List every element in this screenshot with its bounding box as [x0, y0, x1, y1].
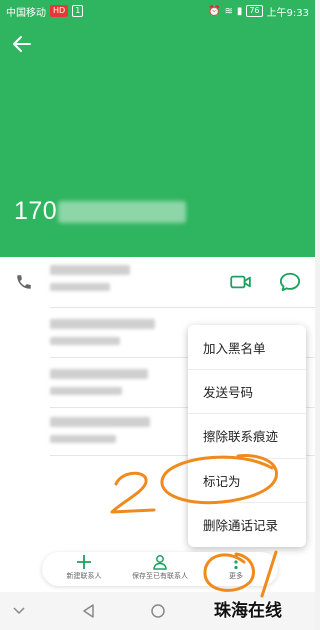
- menu-item-send-number[interactable]: 发送号码: [188, 369, 306, 413]
- menu-item-delete-call-log[interactable]: 删除通话记录: [188, 502, 306, 546]
- divider: [50, 307, 315, 308]
- record-blur: [50, 319, 155, 329]
- record-blur: [50, 369, 148, 379]
- record-blur: [50, 337, 120, 345]
- wifi-icon: ≋: [224, 5, 233, 17]
- phone-icon[interactable]: [15, 273, 33, 291]
- menu-item-erase-traces[interactable]: 擦除联系痕迹: [188, 413, 306, 457]
- contact-header: 170: [0, 22, 315, 257]
- plus-icon: [77, 555, 91, 569]
- record-blur: [50, 387, 122, 395]
- record-blur: [50, 283, 110, 291]
- chevron-down-icon[interactable]: [10, 602, 28, 620]
- more-button[interactable]: 更多: [198, 554, 274, 586]
- back-arrow-icon[interactable]: [10, 32, 34, 56]
- more-vertical-icon: [234, 554, 238, 570]
- back-triangle-icon[interactable]: [80, 602, 98, 620]
- status-left: 中国移动 HD 1: [6, 4, 84, 19]
- menu-item-mark-as[interactable]: 标记为: [188, 458, 306, 502]
- new-contact-button[interactable]: 新建联系人: [46, 554, 122, 586]
- new-contact-label: 新建联系人: [66, 572, 102, 580]
- menu-item-blacklist[interactable]: 加入黑名单: [188, 325, 306, 369]
- home-circle-icon[interactable]: [149, 602, 167, 620]
- save-to-existing-label: 保存至已有联系人: [132, 572, 188, 580]
- hd-badge: HD: [50, 5, 69, 17]
- battery-level: 76: [246, 5, 263, 17]
- record-blur: [50, 265, 130, 275]
- status-time: 上午9:33: [266, 7, 309, 19]
- sim-badge: 1: [72, 5, 84, 17]
- more-options-menu: 加入黑名单 发送号码 擦除联系痕迹 标记为 删除通话记录: [188, 325, 306, 547]
- person-icon: [153, 555, 167, 570]
- carrier-label: 中国移动: [6, 7, 46, 19]
- bottom-action-bar: 新建联系人 保存至已有联系人 更多: [42, 552, 278, 586]
- video-call-icon[interactable]: [230, 274, 252, 290]
- signal-icon: ▮: [236, 5, 243, 17]
- redacted-number: [58, 201, 186, 223]
- status-right: ⏰ ≋ ▮ 76 上午9:33: [208, 4, 309, 19]
- watermark: 珠海在线: [214, 601, 282, 621]
- contact-actions: [0, 265, 315, 301]
- more-label: 更多: [229, 572, 243, 580]
- alarm-icon: ⏰: [207, 5, 221, 17]
- phone-number: 170: [14, 197, 58, 225]
- status-bar: 中国移动 HD 1 ⏰ ≋ ▮ 76 上午9:33: [0, 0, 315, 22]
- save-to-existing-button[interactable]: 保存至已有联系人: [122, 554, 198, 586]
- message-icon[interactable]: [279, 271, 301, 293]
- record-blur: [50, 417, 150, 427]
- record-blur: [50, 435, 116, 443]
